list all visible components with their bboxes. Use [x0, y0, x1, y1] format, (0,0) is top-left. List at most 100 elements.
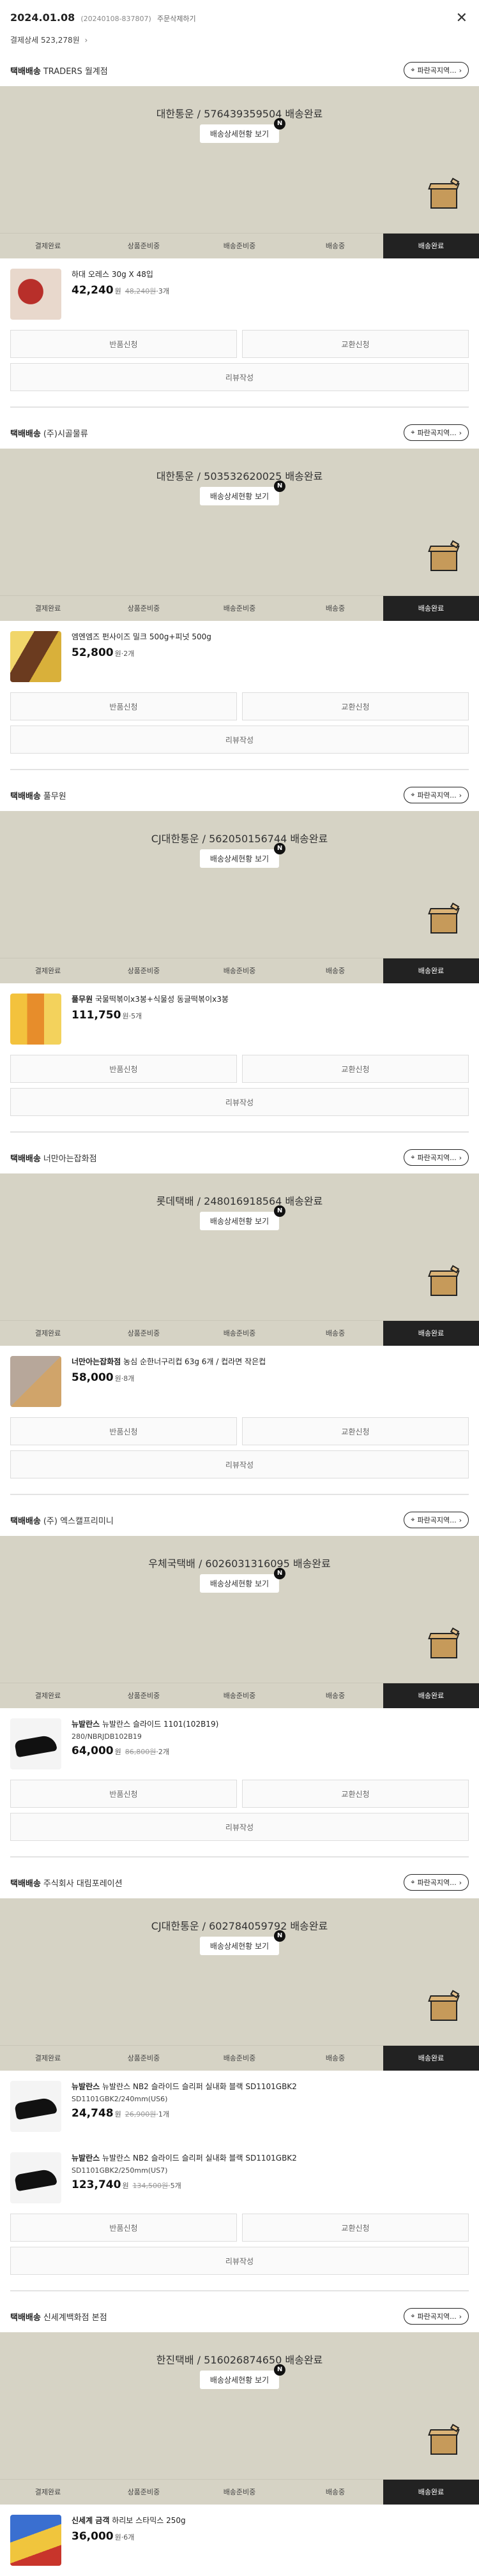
tracking-detail-button[interactable]: 배송상세현황 보기 N — [199, 2364, 286, 2389]
shipment-group: 택배배송 신세계백화점 본점 ⌖ 파란곡지역... › 한진택배 / 5160268746… — [0, 2300, 479, 2576]
original-price: 86,800원 — [125, 1748, 156, 1756]
write-review-button[interactable]: 리뷰작성 — [10, 726, 469, 754]
tracking-detail-button[interactable]: 배송상세현황 보기 N — [199, 118, 286, 143]
product-item[interactable]: 풀무원 국물떡볶이x3봉+식물성 동글떡볶이x3봉 111,750 원·5개 — [0, 983, 479, 1055]
return-request-button[interactable]: 반품신청 — [10, 2214, 237, 2242]
product-thumbnail[interactable] — [10, 994, 61, 1045]
return-request-button[interactable]: 반품신청 — [10, 692, 237, 720]
delivery-status-banner: 대한통운 / 503532620025 배송완료 배송상세현황 보기 N 결제완료 상품… — [0, 449, 479, 621]
delivery-step: 배송완료 — [383, 2046, 479, 2071]
delivery-step: 상품준비중 — [127, 2488, 160, 2496]
product-option: 280/NBRJDB102B19 — [72, 1732, 142, 1741]
tracking-detail-button[interactable]: 배송상세현황 보기 N — [199, 480, 286, 505]
delivery-steps: 결제완료 상품준비중 배송준비중 배송중 배송완료 — [0, 595, 479, 621]
tracking-detail-button[interactable]: 배송상세현황 보기 N — [199, 1205, 286, 1230]
tracking-detail-button[interactable]: 배송상세현황 보기 N — [199, 843, 286, 868]
product-item[interactable]: 너만아는잡화점 농심 순한너구리컵 63g 6개 / 컵라면 작은컵 58,000… — [0, 1346, 479, 1417]
product-item[interactable]: 신세계 금객 하리보 스타믹스 250g 36,000 원·6개 — [0, 2505, 479, 2576]
return-request-button[interactable]: 반품신청 — [10, 1780, 237, 1808]
exchange-request-button[interactable]: 교환신청 — [242, 692, 469, 720]
shipment-group: 택배배송 TRADERS 월계점 ⌖ 파란곡지역... › 대한통운 / 57643935… — [0, 54, 479, 408]
shipment-group: 택배배송 주식회사 대림포레이션 ⌖ 파란곡지역... › CJ대한통운 / 602784… — [0, 1866, 479, 2291]
return-request-button[interactable]: 반품신청 — [10, 330, 237, 358]
write-review-button[interactable]: 리뷰작성 — [10, 1088, 469, 1116]
product-title: 국물떡볶이x3봉+식물성 동글떡볶이x3봉 — [95, 995, 229, 1004]
delivery-status-banner: 롯데택배 / 248016918564 배송완료 배송상세현황 보기 N 결제완료 상품… — [0, 1173, 479, 1346]
product-thumbnail[interactable] — [10, 2515, 61, 2566]
location-button[interactable]: ⌖ 파란곡지역... › — [404, 2308, 469, 2325]
order-number: (20240108-837807) — [80, 15, 151, 23]
pin-icon: ⌖ — [411, 791, 415, 799]
product-quantity: 3개 — [158, 287, 169, 295]
return-request-button[interactable]: 반품신청 — [10, 1055, 237, 1083]
exchange-request-button[interactable]: 교환신청 — [242, 1780, 469, 1808]
delivery-box-icon — [425, 902, 460, 934]
delivery-step: 배송중 — [325, 2488, 346, 2496]
product-thumbnail[interactable] — [10, 1356, 61, 1407]
exchange-request-button[interactable]: 교환신청 — [242, 2214, 469, 2242]
product-thumbnail[interactable] — [10, 631, 61, 682]
exchange-request-button[interactable]: 교환신청 — [242, 330, 469, 358]
location-button[interactable]: ⌖ 파란곡지역... › — [404, 787, 469, 803]
product-thumbnail[interactable] — [10, 2152, 61, 2203]
location-button[interactable]: ⌖ 파란곡지역... › — [404, 424, 469, 441]
location-button[interactable]: ⌖ 파란곡지역... › — [404, 1512, 469, 1528]
product-thumbnail[interactable] — [10, 2081, 61, 2132]
delivery-step: 상품준비중 — [127, 1329, 160, 1337]
product-item[interactable]: 엠엔엠즈 펀사이즈 밀크 500g+피넛 500g 52,800 원·2개 — [0, 621, 479, 692]
product-price: 36,000 — [72, 2530, 114, 2543]
delivery-step: 배송완료 — [383, 2480, 479, 2505]
product-name: 엠엔엠즈 펀사이즈 밀크 500g+피넛 500g — [72, 631, 469, 643]
delivery-status-banner: 우체국택배 / 6026031316095 배송완료 배송상세현황 보기 N 결제완료… — [0, 1536, 479, 1708]
delivery-step: 배송중 — [325, 2054, 346, 2062]
product-item[interactable]: 하대 오레스 30g X 48입 42,240 원 48,240원·3개 — [0, 258, 479, 330]
payment-summary[interactable]: 결제상세 523,278원 › — [0, 32, 479, 54]
seller-name: (주) 엑스캘프리미니 — [43, 1516, 114, 1526]
product-item[interactable]: 뉴발란스 뉴발란스 NB2 슬라이드 슬리퍼 실내화 블랙 SD1101GBK2… — [0, 2071, 479, 2142]
write-review-button[interactable]: 리뷰작성 — [10, 363, 469, 391]
product-thumbnail[interactable] — [10, 269, 61, 320]
delivery-steps: 결제완료 상품준비중 배송준비중 배송중 배송완료 — [0, 1683, 479, 1708]
original-price: 48,240원 — [125, 287, 156, 295]
product-item[interactable]: 뉴발란스 뉴발란스 슬라이드 1101(102B19) 280/NBRJDB102… — [0, 1708, 479, 1780]
write-review-button[interactable]: 리뷰작성 — [10, 1813, 469, 1841]
shipment-header: 택배배송 풀무원 ⌖ 파란곡지역... › — [0, 779, 479, 811]
delivery-steps: 결제완료 상품준비중 배송준비중 배송중 배송완료 — [0, 958, 479, 983]
tracking-detail-label: 배송상세현황 보기 — [209, 130, 270, 138]
shipping-kind: 택배배송 — [10, 429, 41, 439]
delivery-step: 결제완료 — [34, 242, 61, 250]
chevron-right-icon: › — [459, 66, 462, 75]
product-quantity: 8개 — [123, 1374, 135, 1383]
product-option: SD1101GBK2/250mm(US7) — [72, 2166, 168, 2175]
tracking-detail-button[interactable]: 배송상세현황 보기 N — [199, 1568, 286, 1593]
return-request-button[interactable]: 반품신청 — [10, 1417, 237, 1445]
delivery-step: 상품준비중 — [127, 1692, 160, 1700]
delivery-box-icon — [425, 1265, 460, 1296]
delivery-step: 상품준비중 — [127, 967, 160, 975]
exchange-request-button[interactable]: 교환신청 — [242, 1055, 469, 1083]
delivery-step: 배송중 — [325, 1329, 346, 1337]
tracking-detail-button[interactable]: 배송상세현황 보기 N — [199, 1930, 286, 1955]
tracking-detail-label: 배송상세현황 보기 — [209, 1579, 270, 1588]
location-label: 파란곡지역... — [417, 1516, 457, 1524]
currency-unit: 원 — [114, 1748, 121, 1756]
product-thumbnail[interactable] — [10, 1718, 61, 1769]
write-review-button[interactable]: 리뷰작성 — [10, 2247, 469, 2275]
carrier-tracking-text: CJ대한통운 / 602784059792 배송완료 — [151, 1920, 328, 1932]
product-name: 풀무원 국물떡볶이x3봉+식물성 동글떡볶이x3봉 — [72, 994, 469, 1005]
write-review-button[interactable]: 리뷰작성 — [10, 1450, 469, 1478]
carrier-tracking-text: 대한통운 / 576439359504 배송완료 — [156, 108, 323, 120]
close-icon[interactable]: ✕ — [456, 10, 468, 26]
location-button[interactable]: ⌖ 파란곡지역... › — [404, 62, 469, 78]
location-button[interactable]: ⌖ 파란곡지역... › — [404, 1149, 469, 1166]
product-title: 하대 오레스 30g X 48입 — [72, 270, 153, 279]
location-button[interactable]: ⌖ 파란곡지역... › — [404, 1874, 469, 1891]
delete-order-link[interactable]: 주문삭제하기 — [157, 15, 196, 23]
exchange-request-button[interactable]: 교환신청 — [242, 1417, 469, 1445]
seller-name: 너만아는잡화점 — [43, 1154, 97, 1164]
product-option: SD1101GBK2/240mm(US6) — [72, 2095, 168, 2103]
product-item[interactable]: 뉴발란스 뉴발란스 NB2 슬라이드 슬리퍼 실내화 블랙 SD1101GBK2… — [0, 2142, 479, 2214]
shipping-method: 택배배송 풀무원 — [10, 789, 66, 801]
product-brand: 풀무원 — [72, 995, 93, 1004]
order-actions: 반품신청 교환신청리뷰작성 — [0, 1780, 479, 1841]
